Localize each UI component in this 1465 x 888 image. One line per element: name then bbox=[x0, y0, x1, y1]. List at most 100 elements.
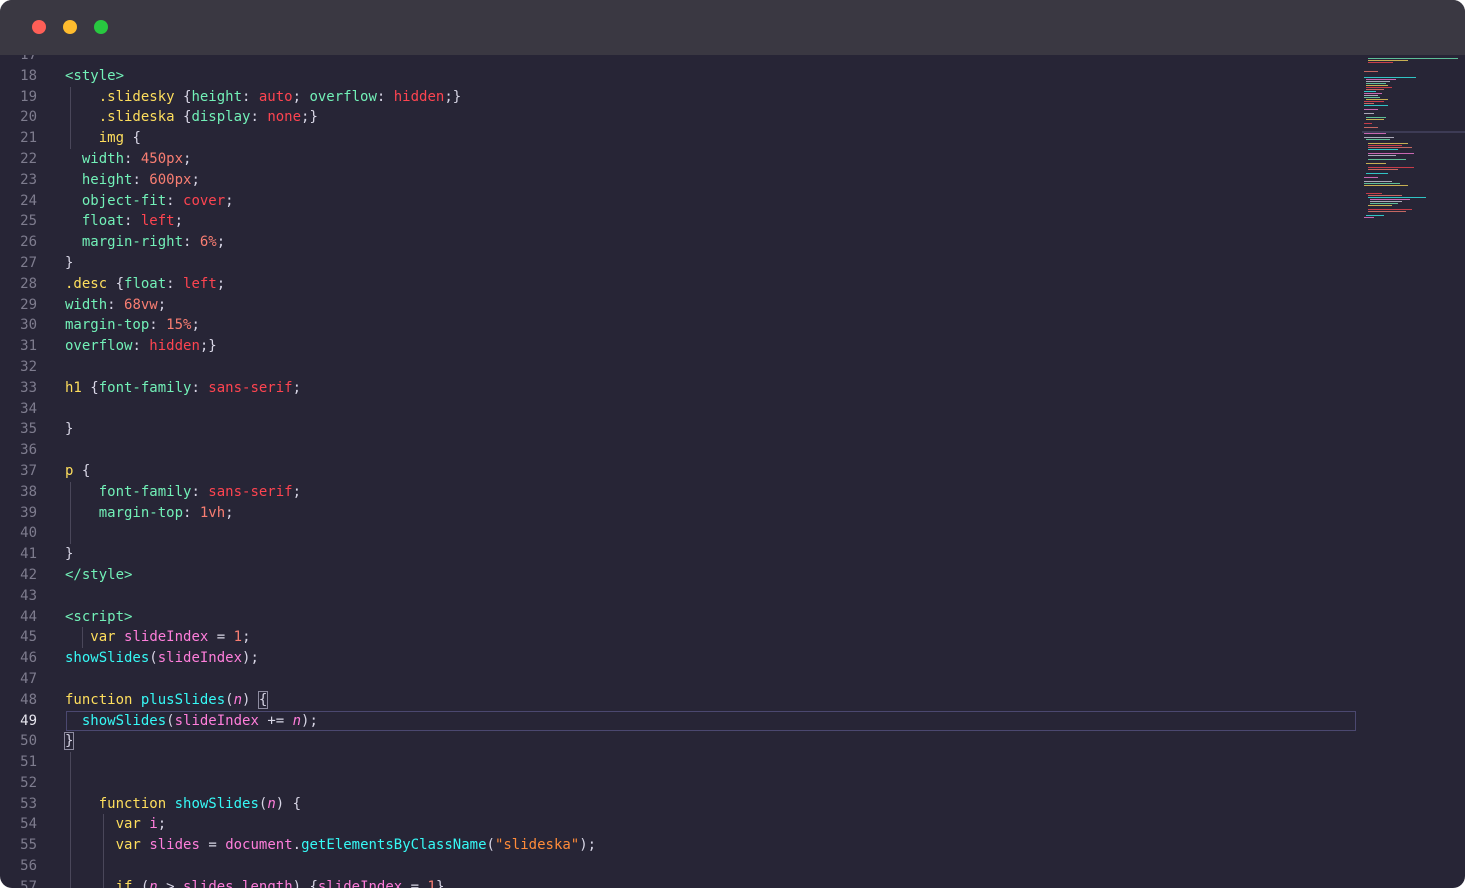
code-line[interactable]: 32 bbox=[0, 357, 1360, 378]
code-line[interactable]: 28 .desc {float: left; bbox=[0, 274, 1360, 295]
code-text: p { bbox=[65, 461, 90, 482]
code-text: font-family: sans-serif; bbox=[65, 482, 301, 503]
indent-guide bbox=[103, 856, 104, 877]
code-line[interactable]: 49 showSlides(slideIndex += n); bbox=[0, 710, 1360, 732]
minimap-line bbox=[1366, 79, 1396, 80]
code-token: ; bbox=[157, 296, 167, 313]
line-number: 20 bbox=[20, 109, 37, 126]
code-text: } bbox=[65, 544, 73, 565]
code-token: hidden bbox=[149, 338, 200, 355]
code-token: ( bbox=[166, 712, 175, 729]
line-number: 45 bbox=[20, 629, 37, 646]
code-token: showSlides bbox=[174, 795, 259, 812]
code-line[interactable]: 56 bbox=[0, 856, 1360, 877]
minimap-line bbox=[1364, 177, 1378, 178]
code-token: : bbox=[166, 275, 184, 292]
line-number: 24 bbox=[20, 192, 37, 209]
line-number: 50 bbox=[20, 733, 37, 750]
code-token: ; bbox=[292, 88, 310, 105]
code-line[interactable]: 57 if (n > slides.length) {slideIndex = … bbox=[0, 876, 1360, 888]
code-line[interactable]: 46 showSlides(slideIndex); bbox=[0, 648, 1360, 669]
code-token: : bbox=[250, 109, 268, 126]
code-line[interactable]: 37 p { bbox=[0, 461, 1360, 482]
code-line[interactable]: 17 bbox=[0, 55, 1360, 66]
maximize-window-button[interactable] bbox=[94, 20, 108, 34]
code-text: width: 68vw; bbox=[65, 295, 166, 316]
minimize-window-button[interactable] bbox=[63, 20, 77, 34]
code-line[interactable]: 25 float: left; bbox=[0, 211, 1360, 232]
code-token: object-fit bbox=[81, 192, 167, 209]
line-number: 48 bbox=[20, 691, 37, 708]
code-line[interactable]: 27} bbox=[0, 253, 1360, 274]
code-token: ; bbox=[174, 213, 184, 230]
code-token: float bbox=[124, 275, 167, 292]
code-token: ; bbox=[242, 629, 251, 646]
close-window-button[interactable] bbox=[32, 20, 46, 34]
line-number: 47 bbox=[20, 670, 37, 687]
line-number: 51 bbox=[20, 754, 37, 771]
code-line[interactable]: 44 <script> bbox=[0, 607, 1360, 628]
code-line[interactable]: 50} bbox=[0, 731, 1360, 752]
code-token: cover bbox=[183, 192, 226, 209]
code-line[interactable]: 26 margin-right: 6%; bbox=[0, 232, 1360, 253]
code-line[interactable]: 22 width: 450px; bbox=[0, 149, 1360, 170]
code-line[interactable]: 20 .slideska {display: none;} bbox=[0, 107, 1360, 129]
code-token: ;} bbox=[199, 338, 217, 355]
code-line[interactable]: 52 bbox=[0, 772, 1360, 794]
code-line[interactable]: 19 .slidesky {height: auto; overflow: hi… bbox=[0, 86, 1360, 108]
code-token: height bbox=[191, 88, 243, 105]
code-line[interactable]: 45 var slideIndex = 1; bbox=[0, 627, 1360, 649]
code-text: width: 450px; bbox=[65, 149, 192, 170]
minimap-line bbox=[1364, 77, 1416, 78]
line-number: 38 bbox=[20, 483, 37, 500]
line-number: 56 bbox=[20, 858, 37, 875]
code-token: n bbox=[267, 795, 276, 812]
code-line[interactable]: 38 font-family: sans-serif; bbox=[0, 481, 1360, 503]
code-line[interactable]: 33 h1 {font-family: sans-serif; bbox=[0, 378, 1360, 399]
code-line[interactable]: 48 function plusSlides(n) { bbox=[0, 690, 1360, 711]
code-token: img bbox=[98, 130, 125, 147]
code-text: showSlides(slideIndex += n); bbox=[65, 711, 318, 732]
code-line[interactable]: 53 function showSlides(n) { bbox=[0, 793, 1360, 815]
code-line[interactable]: 40 bbox=[0, 523, 1360, 545]
code-token: plusSlides bbox=[140, 691, 226, 708]
minimap[interactable] bbox=[1362, 55, 1465, 888]
code-line[interactable]: 31 overflow: hidden;} bbox=[0, 336, 1360, 357]
code-line[interactable]: 42 </style> bbox=[0, 565, 1360, 586]
code-token: : bbox=[124, 213, 141, 230]
code-token: h1 bbox=[65, 379, 82, 396]
code-line[interactable]: 34 bbox=[0, 399, 1360, 420]
code-line[interactable]: 24 object-fit: cover; bbox=[0, 191, 1360, 212]
code-text: showSlides(slideIndex); bbox=[65, 648, 259, 669]
code-token: ( bbox=[486, 837, 495, 854]
code-line[interactable]: 55 var slides = document.getElementsByCl… bbox=[0, 835, 1360, 857]
code-line[interactable]: 18 <style> bbox=[0, 66, 1360, 87]
code-line[interactable]: 30 margin-top: 15%; bbox=[0, 315, 1360, 336]
code-line[interactable]: 35} bbox=[0, 419, 1360, 440]
code-text: } bbox=[65, 419, 73, 440]
code-line[interactable]: 43 bbox=[0, 586, 1360, 607]
code-line[interactable]: 21 img { bbox=[0, 128, 1360, 149]
code-line[interactable]: 29 width: 68vw; bbox=[0, 295, 1360, 316]
editor-window: 17 18 <style> 19 .slidesky {height: auto; o… bbox=[0, 0, 1465, 888]
code-line[interactable]: 54 var i; bbox=[0, 814, 1360, 836]
code-token: overflow bbox=[65, 338, 133, 355]
code-token: ); bbox=[579, 837, 597, 854]
code-line[interactable]: 23 height: 600px; bbox=[0, 170, 1360, 191]
code-line[interactable]: 36 bbox=[0, 440, 1360, 461]
code-line[interactable]: 41} bbox=[0, 544, 1360, 565]
minimap-line bbox=[1370, 203, 1398, 204]
minimap-line bbox=[1368, 145, 1402, 146]
code-line[interactable]: 51 bbox=[0, 752, 1360, 773]
minimap-line bbox=[1368, 153, 1414, 154]
code-line[interactable]: 39 margin-top: 1vh; bbox=[0, 502, 1360, 524]
code-line[interactable]: 47 bbox=[0, 669, 1360, 690]
line-number: 42 bbox=[20, 566, 37, 583]
code-editor[interactable]: 17 18 <style> 19 .slidesky {height: auto; o… bbox=[0, 55, 1465, 888]
code-token: slides bbox=[149, 837, 200, 854]
code-token: ; bbox=[157, 816, 167, 833]
line-number: 28 bbox=[20, 275, 37, 292]
code-lines[interactable]: 17 18 <style> 19 .slidesky {height: auto; o… bbox=[0, 55, 1360, 888]
code-token: } bbox=[65, 254, 74, 271]
